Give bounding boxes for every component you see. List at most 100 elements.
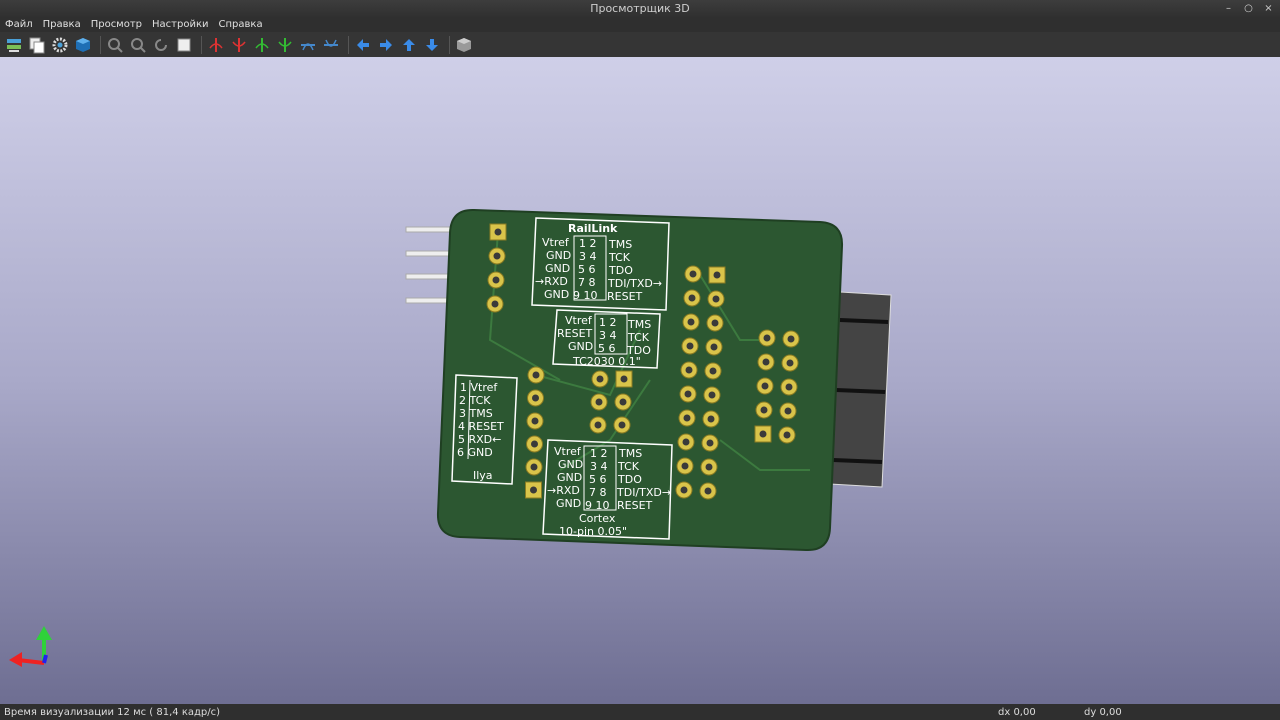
raillink-r3: TDI/TXD→ — [607, 277, 662, 290]
pad-hole — [759, 430, 767, 438]
tc2030-caption: TC2030 0.1" — [572, 355, 641, 368]
cortex-l3: →RXD — [547, 484, 580, 497]
tc2030-r1: TCK — [627, 331, 650, 344]
cortex-r3: TDI/TXD→ — [616, 486, 671, 499]
raillink-r0: TMS — [608, 238, 632, 251]
cortex-p1: 3 4 — [590, 460, 608, 473]
pad-hole — [761, 382, 769, 390]
raillink-p3: 7 8 — [578, 276, 596, 289]
pad-hole — [709, 367, 717, 375]
rotate-x-cw-icon[interactable] — [206, 35, 226, 55]
pad-hole — [685, 366, 693, 374]
tc2030-p0: 1 2 — [599, 316, 617, 329]
zoom-in-icon[interactable] — [105, 35, 125, 55]
cortex-p2: 5 6 — [589, 473, 607, 486]
tc2030-p1: 3 4 — [599, 329, 617, 342]
pad-hole — [530, 486, 537, 494]
ilya-row2: 3 TMS — [459, 407, 493, 420]
raytrace-cube-icon[interactable] — [73, 35, 93, 55]
rotate-y-cw-icon[interactable] — [252, 35, 272, 55]
pad-hole — [619, 398, 627, 406]
pad-hole — [762, 358, 770, 366]
rotate-x-ccw-icon[interactable] — [229, 35, 249, 55]
pad-hole — [760, 406, 768, 414]
arrow-up-icon[interactable] — [399, 35, 419, 55]
pad-hole — [785, 383, 793, 391]
menu-file[interactable]: Файл — [0, 18, 38, 32]
render-settings-icon[interactable] — [4, 35, 24, 55]
cortex-l1: GND — [558, 458, 583, 471]
pad-hole — [706, 439, 714, 447]
rotate-z-ccw-icon[interactable] — [321, 35, 341, 55]
arrow-down-icon[interactable] — [422, 35, 442, 55]
minimize-icon[interactable]: – — [1223, 3, 1234, 14]
raillink-l3: →RXD — [535, 275, 568, 288]
ilya-row0: 1 Vtref — [460, 381, 498, 394]
rotate-z-cw-icon[interactable] — [298, 35, 318, 55]
menu-help[interactable]: Справка — [214, 18, 268, 32]
pad-hole — [595, 398, 603, 406]
raillink-r1: TCK — [608, 251, 631, 264]
copy-image-icon[interactable] — [27, 35, 47, 55]
pad-hole — [688, 294, 696, 302]
raillink-r4: RESET — [607, 290, 643, 303]
tc2030-r0: TMS — [627, 318, 651, 331]
tc2030-p2: 5 6 — [598, 342, 616, 355]
maximize-icon[interactable]: ○ — [1243, 3, 1254, 14]
cortex-l4: GND — [556, 497, 581, 510]
menu-edit[interactable]: Правка — [38, 18, 86, 32]
pad-hole — [707, 415, 715, 423]
cortex-r1: TCK — [617, 460, 640, 473]
raillink-l4: GND — [544, 288, 569, 301]
raillink-l1: GND — [546, 249, 571, 262]
pad-hole — [711, 319, 719, 327]
pad-hole — [712, 295, 720, 303]
pad-hole — [783, 431, 791, 439]
arrow-left-icon[interactable] — [353, 35, 373, 55]
pad-hole — [763, 334, 771, 342]
raillink-title: RailLink — [568, 222, 618, 235]
cortex-l2: GND — [557, 471, 582, 484]
pad-hole — [491, 300, 499, 308]
close-icon[interactable]: × — [1263, 3, 1274, 14]
title-bar: Просмотрщик 3D – ○ × — [0, 0, 1280, 18]
pin-header-left — [405, 226, 453, 304]
ilya-row4: 5 RXD← — [458, 433, 501, 446]
redraw-icon[interactable] — [151, 35, 171, 55]
pad-hole — [684, 390, 692, 398]
3d-viewport[interactable]: RailLink Vtref GND GND →RXD GND 1 2 3 4 … — [0, 57, 1280, 704]
preferences-gear-icon[interactable] — [50, 35, 70, 55]
pad-hole — [530, 463, 538, 471]
zoom-fit-icon[interactable] — [174, 35, 194, 55]
raillink-p1: 3 4 — [579, 250, 597, 263]
menu-preferences[interactable]: Настройки — [147, 18, 213, 32]
window-title: Просмотрщик 3D — [590, 2, 690, 15]
cortex-caption1: Cortex — [579, 512, 616, 525]
pad-hole — [705, 463, 713, 471]
pad-hole — [620, 375, 628, 383]
pad-hole — [492, 276, 500, 284]
pad-hole — [689, 270, 697, 278]
zoom-out-icon[interactable] — [128, 35, 148, 55]
pad-hole — [532, 371, 540, 379]
pad-hole — [531, 440, 538, 448]
arrow-right-icon[interactable] — [376, 35, 396, 55]
pad-hole — [704, 487, 712, 495]
rotate-y-ccw-icon[interactable] — [275, 35, 295, 55]
ortho-cube-icon[interactable] — [454, 35, 474, 55]
ilya-row5: 6 GND — [457, 446, 493, 459]
pad-hole — [683, 414, 691, 422]
pad-hole — [596, 375, 604, 383]
tc2030-l2: GND — [568, 340, 593, 353]
pad-hole — [594, 421, 602, 429]
cortex-p3: 7 8 — [589, 486, 607, 499]
pad-hole — [494, 228, 502, 236]
axis-gizmo — [9, 626, 52, 667]
pad-hole — [618, 421, 626, 429]
raillink-p0: 1 2 — [579, 237, 597, 250]
tc2030-l1: RESET — [557, 327, 593, 340]
cortex-caption2: 10-pin 0.05" — [559, 525, 627, 538]
cortex-r0: TMS — [618, 447, 642, 460]
pad-hole — [532, 394, 539, 402]
menu-view[interactable]: Просмотр — [86, 18, 147, 32]
